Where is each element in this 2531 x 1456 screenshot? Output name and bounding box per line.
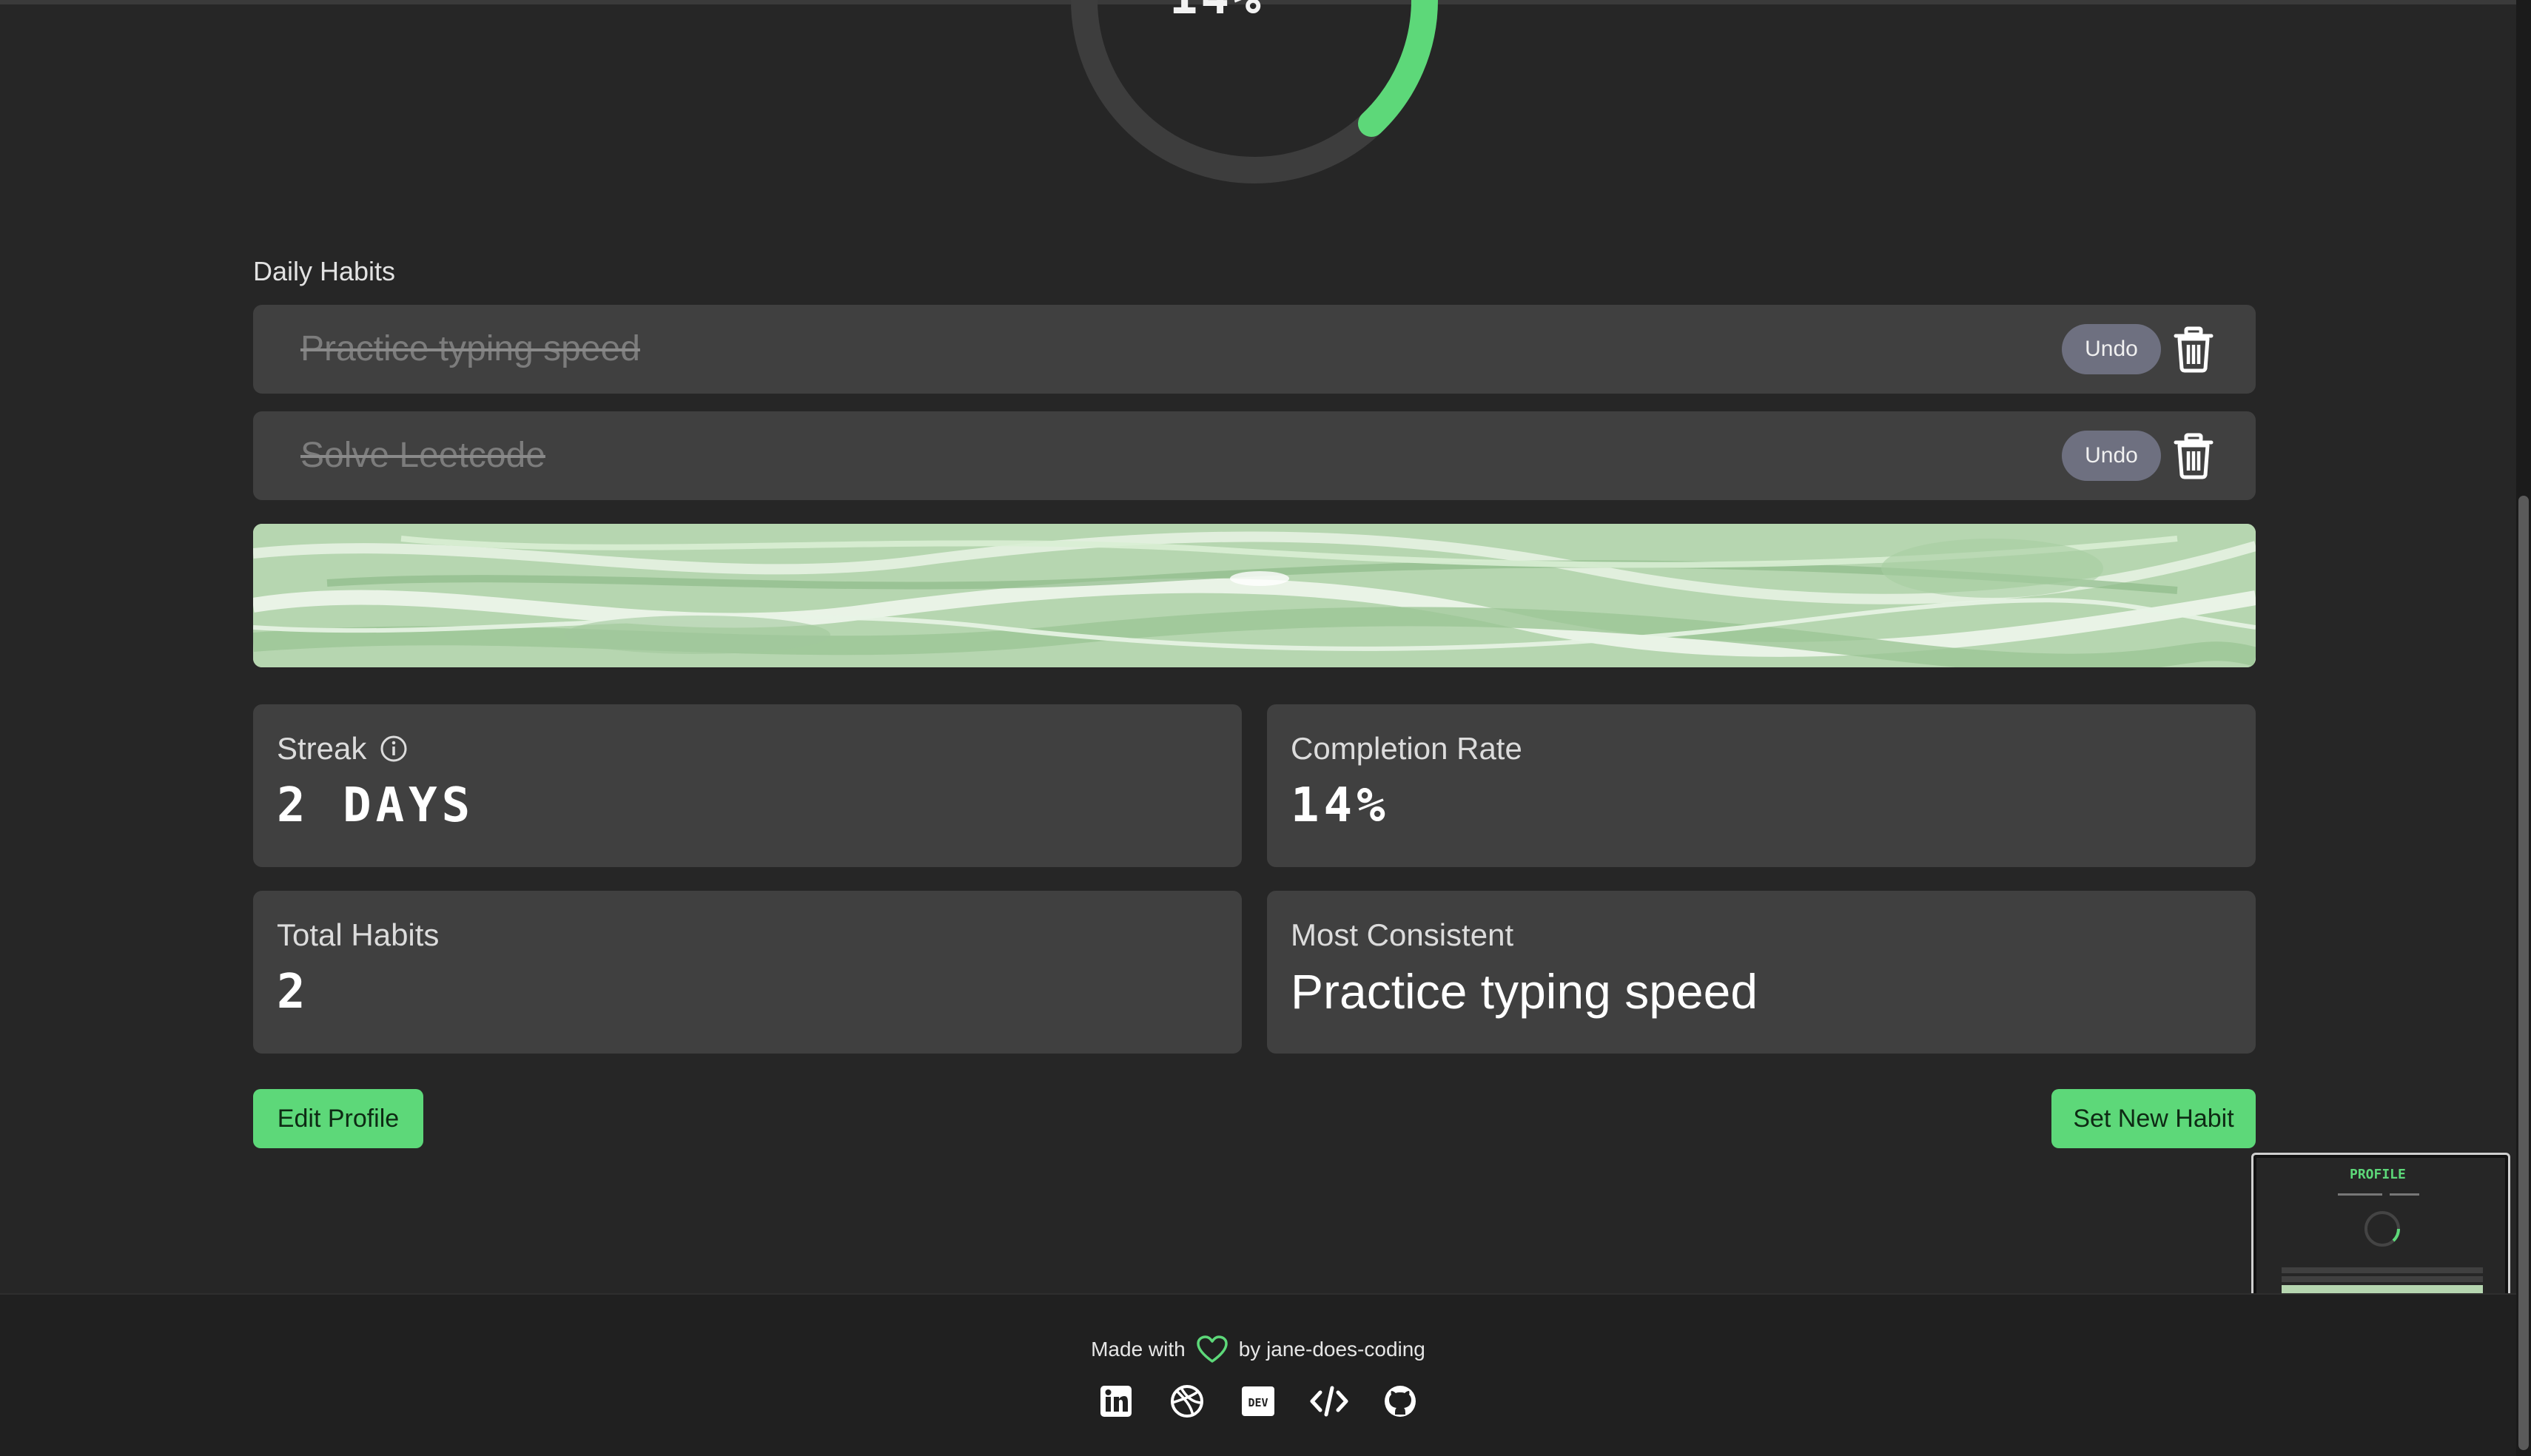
daily-habits-heading: Daily Habits <box>253 256 396 286</box>
code-icon[interactable] <box>1310 1382 1348 1420</box>
profile-page: 14% Daily Habits Practice typing speed U… <box>0 0 2516 1293</box>
habit-name-completed: Solve Leetcode <box>300 436 545 475</box>
total-habits-value: 2 <box>277 965 310 1019</box>
minimap-preview <box>2282 1193 2483 1297</box>
trash-icon[interactable] <box>2171 432 2216 479</box>
made-with-text: Made with <box>1091 1338 1186 1361</box>
streak-card: Streak 2 DAYS <box>253 704 1242 867</box>
streak-value: 2 DAYS <box>277 778 475 833</box>
habit-row: Solve Leetcode Undo <box>253 411 2256 500</box>
undo-button[interactable]: Undo <box>2062 324 2161 374</box>
scrollbar-thumb[interactable] <box>2518 496 2529 1450</box>
set-new-habit-button[interactable]: Set New Habit <box>2051 1089 2256 1148</box>
most-consistent-label: Most Consistent <box>1291 917 1514 952</box>
marble-banner-image <box>253 524 2256 667</box>
dev-icon[interactable]: DEV <box>1239 1382 1277 1420</box>
info-icon[interactable] <box>380 735 408 763</box>
progress-percent-text: 14% <box>1169 0 1264 25</box>
svg-text:DEV: DEV <box>1248 1396 1268 1409</box>
dribbble-icon[interactable] <box>1168 1382 1206 1420</box>
edit-profile-button[interactable]: Edit Profile <box>253 1089 423 1148</box>
most-consistent-card: Most Consistent Practice typing speed <box>1267 891 2256 1054</box>
most-consistent-value: Practice typing speed <box>1291 964 1758 1019</box>
habit-name-completed: Practice typing speed <box>300 329 640 368</box>
footer: Made with by jane-does-coding DEV <box>0 1293 2516 1456</box>
completion-rate-label: Completion Rate <box>1291 731 1522 766</box>
github-icon[interactable] <box>1381 1382 1419 1420</box>
total-habits-card: Total Habits 2 <box>253 891 1242 1054</box>
undo-button[interactable]: Undo <box>2062 431 2161 481</box>
habit-row: Practice typing speed Undo <box>253 305 2256 394</box>
streak-label: Streak <box>277 731 367 766</box>
completion-rate-value: 14% <box>1291 778 1390 833</box>
completion-rate-card: Completion Rate 14% <box>1267 704 2256 867</box>
page-minimap[interactable]: PROFILE <box>2251 1153 2510 1307</box>
heart-icon <box>1196 1335 1228 1363</box>
total-habits-label: Total Habits <box>277 917 440 952</box>
linkedin-icon[interactable] <box>1097 1382 1135 1420</box>
trash-icon[interactable] <box>2171 326 2216 373</box>
completion-progress-ring <box>1071 0 1438 183</box>
author-text: by jane-does-coding <box>1238 1338 1425 1361</box>
